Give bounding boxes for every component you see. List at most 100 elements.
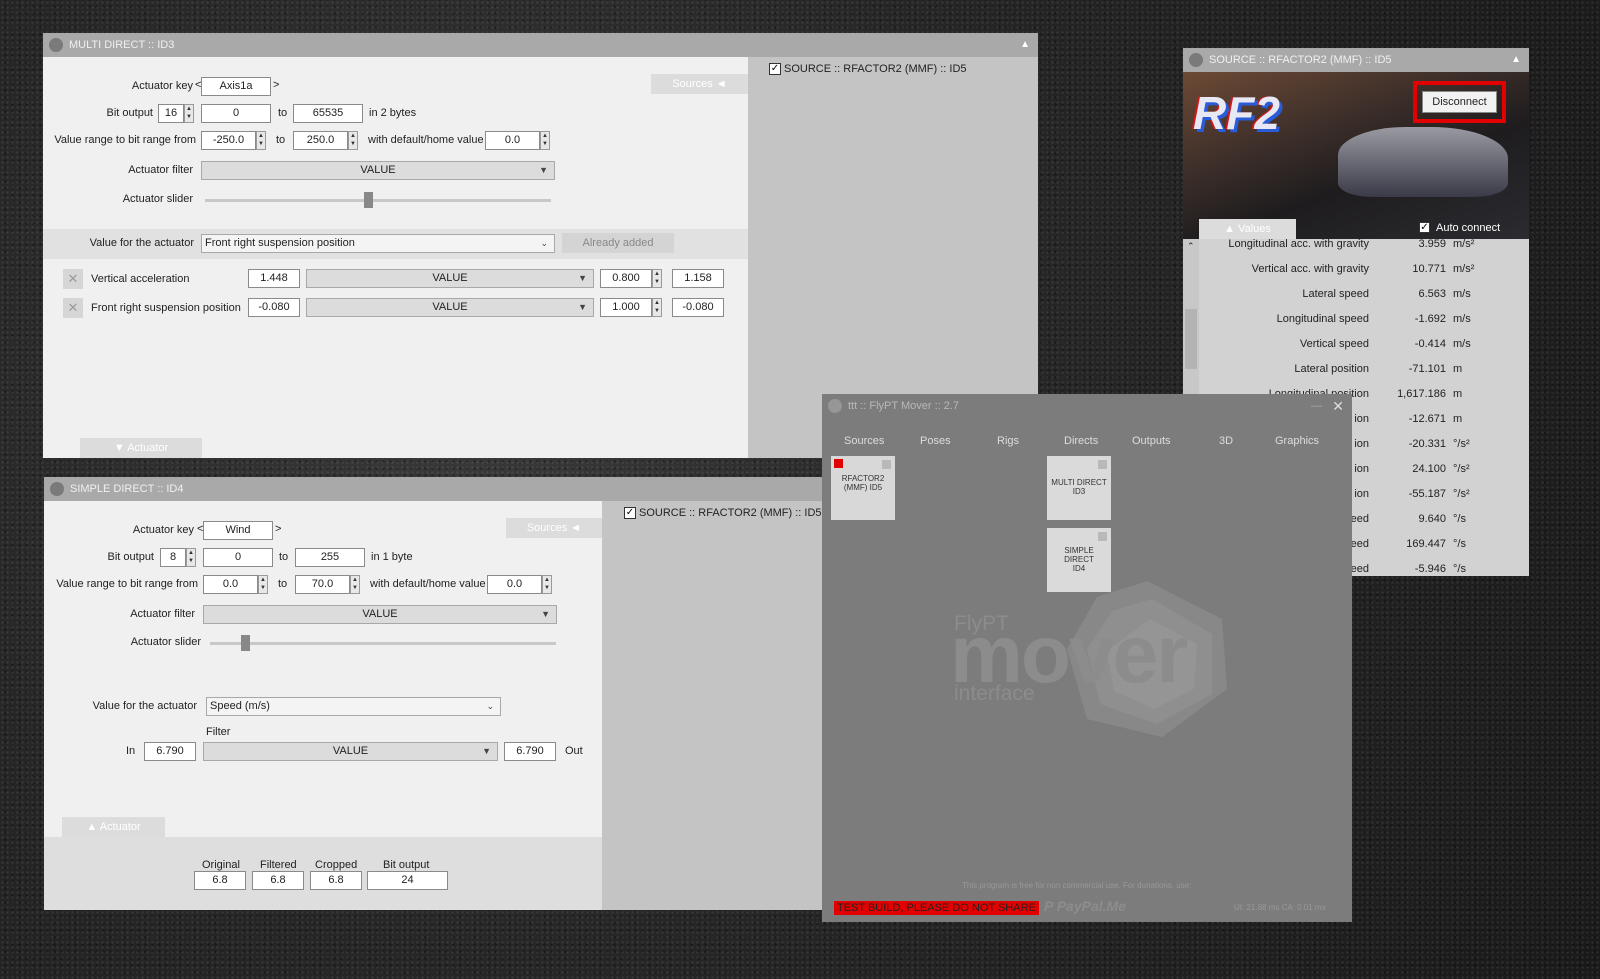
dropdown-chevron-icon: ⌄ (540, 238, 548, 248)
in-label: In (126, 745, 136, 757)
values-tab[interactable]: ▲ Values (1199, 219, 1296, 239)
source-card[interactable]: RFACTOR2 (MMF) ID5 (831, 456, 895, 520)
range-to-label: to (278, 578, 288, 590)
mid-filter-select[interactable]: VALUE ▼ (203, 742, 498, 761)
actuator-key-input[interactable]: Wind (203, 521, 273, 540)
actuator-slider-track[interactable] (205, 199, 551, 202)
sources-tab[interactable]: Sources ◄ (506, 518, 602, 538)
range-from-input[interactable]: 0.0 (203, 575, 258, 594)
minimize-icon[interactable]: — (1311, 394, 1322, 418)
default-value-spinner[interactable]: ▲ ▼ (542, 575, 552, 594)
value-unit: °/s (1453, 538, 1466, 550)
main-tab-poses[interactable]: Poses (920, 435, 951, 447)
source-status-indicator (834, 459, 843, 468)
actuator-slider-track[interactable] (210, 642, 556, 645)
actuator-slider-thumb[interactable] (240, 635, 250, 651)
collapse-icon[interactable]: ▲ (1020, 33, 1030, 57)
range-from-spinner[interactable]: ▲ ▼ (258, 575, 268, 594)
main-tab-3d[interactable]: 3D (1219, 435, 1233, 447)
simple-direct-titlebar[interactable]: SIMPLE DIRECT :: ID4 (44, 477, 844, 501)
range-to-input[interactable]: 70.0 (295, 575, 350, 594)
value-actuator-select[interactable]: Front right suspension position ⌄ (201, 234, 555, 253)
row-gain-input[interactable]: 1.000 (600, 298, 652, 317)
actuator-filter-select[interactable]: VALUE ▼ (203, 605, 557, 624)
actuator-key-input[interactable]: Axis1a (201, 77, 271, 96)
collapse-icon[interactable]: ▲ (1511, 48, 1521, 72)
row-gain-input[interactable]: 0.800 (600, 269, 652, 288)
main-tab-sources[interactable]: Sources (844, 435, 884, 447)
default-value-input[interactable]: 0.0 (485, 131, 540, 150)
value-actuator-select[interactable]: Speed (m/s) ⌄ (206, 697, 501, 716)
card-select-box[interactable] (1098, 532, 1107, 541)
bit-output-spinner[interactable]: ▲ ▼ (184, 104, 194, 123)
default-value-spinner[interactable]: ▲ ▼ (540, 131, 550, 150)
default-value-input[interactable]: 0.0 (487, 575, 542, 594)
value-number: -71.101 (1408, 363, 1446, 375)
range-to-spinner[interactable]: ▲ ▼ (348, 131, 358, 150)
bit-to-input[interactable]: 65535 (293, 104, 363, 123)
bit-output-input[interactable]: 16 (158, 104, 184, 123)
card-select-box[interactable] (1098, 460, 1107, 469)
main-tab-outputs[interactable]: Outputs (1132, 435, 1171, 447)
bit-from-input[interactable]: 0 (201, 104, 271, 123)
row-filter-value: VALUE (432, 301, 468, 313)
actuator-tab[interactable]: ▼ Actuator (80, 438, 202, 458)
row-filter-select[interactable]: VALUE ▼ (306, 298, 594, 317)
scroll-up-icon[interactable]: ⌃ (1187, 241, 1195, 252)
source-titlebar[interactable]: SOURCE :: RFACTOR2 (MMF) :: ID5 ▲ (1183, 48, 1529, 72)
multi-direct-titlebar[interactable]: MULTI DIRECT :: ID3 ▲ (43, 33, 1038, 57)
value-actuator-value: Speed (m/s) (210, 700, 270, 712)
value-actuator-label: Value for the actuator (92, 700, 197, 712)
main-tab-rigs[interactable]: Rigs (997, 435, 1019, 447)
value-number: -0.414 (1414, 338, 1446, 350)
range-from-input[interactable]: -250.0 (201, 131, 256, 150)
actuator-stats-area: Original 6.8 Filtered 6.8 Cropped 6.8 Bi… (44, 837, 602, 910)
source-checkbox[interactable]: ✓ (769, 63, 781, 75)
value-unit: m/s (1453, 313, 1471, 325)
mover-titlebar[interactable]: ttt :: FlyPT Mover :: 2.7 — ✕ (822, 394, 1352, 418)
simple-direct-window: SIMPLE DIRECT :: ID4 Actuator key < Wind… (44, 477, 844, 910)
value-number: 10.771 (1412, 263, 1446, 275)
performance-readout: UI: 21.88 ms CA: 0.01 ms (1234, 903, 1326, 912)
bit-output-input[interactable]: 8 (160, 548, 186, 567)
auto-connect-checkbox[interactable]: ✓ (1419, 222, 1430, 233)
bit-output-spinner[interactable]: ▲ ▼ (186, 548, 196, 567)
remove-row-icon[interactable]: ✕ (63, 298, 83, 318)
key-next-icon[interactable]: > (273, 79, 279, 91)
simple-direct-card-label: SIMPLE DIRECT ID4 (1064, 546, 1094, 573)
actuator-tab-label: Actuator (99, 821, 141, 833)
range-from-spinner[interactable]: ▲ ▼ (256, 131, 266, 150)
actuator-key-label: Actuator key (131, 80, 193, 92)
value-name: Lateral speed (1302, 288, 1369, 300)
value-unit: °/s² (1453, 488, 1470, 500)
actuator-slider-thumb[interactable] (363, 192, 373, 208)
disconnect-button[interactable]: Disconnect (1422, 91, 1497, 113)
actuator-tab[interactable]: ▲ Actuator (62, 817, 165, 837)
main-tab-graphics[interactable]: Graphics (1275, 435, 1319, 447)
source-checkbox[interactable]: ✓ (624, 507, 636, 519)
value-name: eed (1350, 563, 1369, 575)
actuator-filter-select[interactable]: VALUE ▼ (201, 161, 555, 180)
paypal-logo[interactable]: P PayPal.Me (1044, 898, 1126, 914)
multi-direct-card[interactable]: MULTI DIRECT ID3 (1047, 456, 1111, 520)
scrollbar-thumb[interactable] (1185, 309, 1197, 369)
already-added-button[interactable]: Already added (562, 233, 674, 253)
source-title: SOURCE :: RFACTOR2 (MMF) :: ID5 (1209, 54, 1392, 66)
row-gain-spinner[interactable]: ▲ ▼ (652, 269, 662, 288)
value-unit: m/s² (1453, 239, 1475, 250)
card-select-box[interactable] (882, 460, 891, 469)
sources-tab[interactable]: Sources ◄ (651, 74, 748, 94)
close-icon[interactable]: ✕ (1332, 394, 1344, 418)
row-filter-select[interactable]: VALUE ▼ (306, 269, 594, 288)
main-tab-directs[interactable]: Directs (1064, 435, 1098, 447)
range-to-spinner[interactable]: ▲ ▼ (350, 575, 360, 594)
range-to-input[interactable]: 250.0 (293, 131, 348, 150)
paypal-text: PayPal.Me (1056, 898, 1126, 914)
range-label: Value range to bit range from (54, 134, 196, 146)
remove-row-icon[interactable]: ✕ (63, 269, 83, 289)
bytes-label: in 1 byte (371, 551, 413, 563)
key-next-icon[interactable]: > (275, 523, 281, 535)
bit-from-input[interactable]: 0 (203, 548, 273, 567)
bit-to-input[interactable]: 255 (295, 548, 365, 567)
row-gain-spinner[interactable]: ▲ ▼ (652, 298, 662, 317)
